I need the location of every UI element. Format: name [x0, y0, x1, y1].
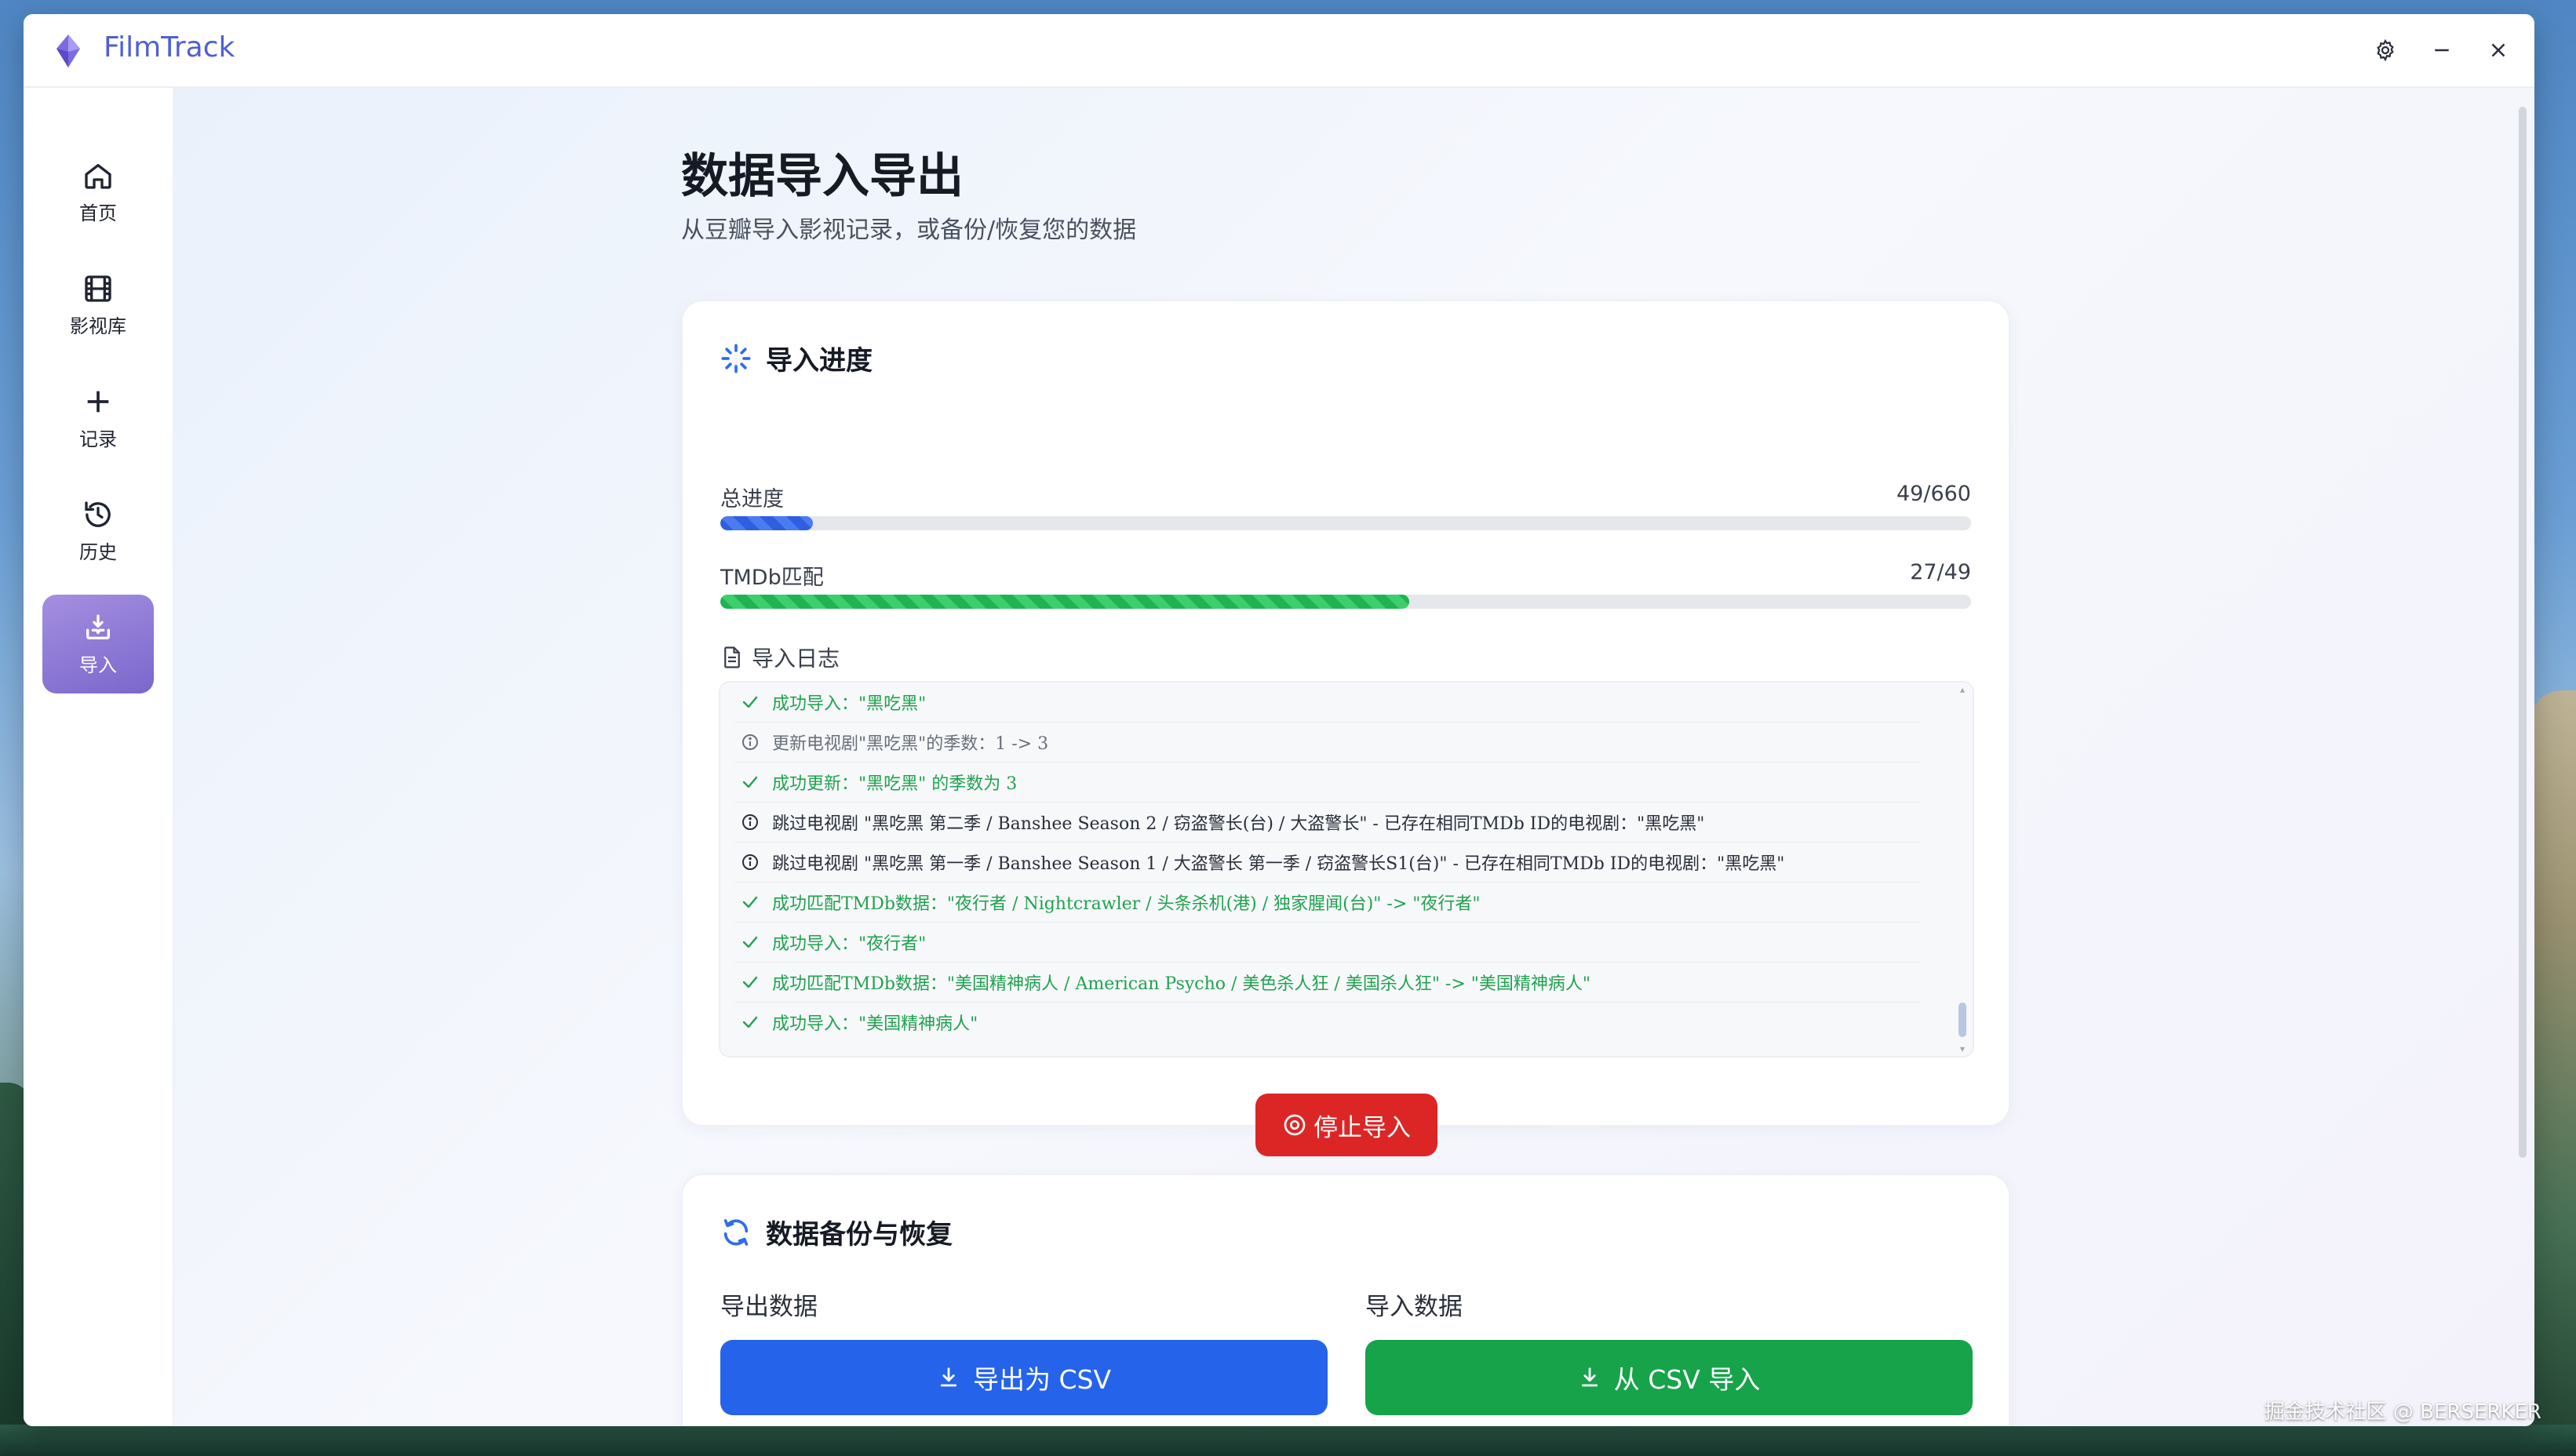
import-csv-button[interactable]: 从 CSV 导入 — [1365, 1340, 1973, 1415]
desktop-ground — [0, 1425, 2576, 1456]
tmdb-progress-label: TMDb匹配 — [720, 566, 824, 590]
log-entry: 成功匹配TMDb数据："夜行者 / Nightcrawler / 头条杀机(港)… — [734, 883, 1921, 923]
backup-header: 数据备份与恢复 — [720, 1213, 953, 1251]
download-icon — [1581, 1367, 1598, 1387]
log-entry: 跳过电视剧 "黑吃黑 第一季 / Banshee Season 1 / 大盗警长… — [734, 843, 1921, 883]
log-entry-text: 跳过电视剧 "黑吃黑 第二季 / Banshee Season 2 / 窃盗警长… — [772, 814, 1705, 834]
download-icon — [940, 1367, 957, 1387]
stop-circle-icon — [1284, 1114, 1306, 1136]
sidebar-item-label: 首页 — [79, 202, 117, 224]
total-progress-bar — [720, 516, 1971, 530]
log-entry: 更新电视剧"黑吃黑"的季数：1 -> 3 — [734, 723, 1921, 763]
page-subtitle: 从豆瓣导入影视记录，或备份/恢复您的数据 — [681, 217, 1137, 244]
import-data-label: 导入数据 — [1365, 1293, 1463, 1321]
minimize-icon — [2435, 49, 2449, 52]
import-log-title: 导入日志 — [752, 646, 840, 672]
import-log-box: 成功导入："黑吃黑" 更新电视剧"黑吃黑"的季数：1 -> 3 成功更新："黑吃黑"… — [719, 681, 1974, 1057]
export-data-label: 导出数据 — [720, 1293, 818, 1321]
check-icon — [742, 936, 758, 948]
log-entry: 成功导入："美国精神病人" — [734, 1003, 1921, 1042]
film-icon — [85, 275, 111, 302]
log-entry-text: 成功匹配TMDb数据："美国精神病人 / American Psycho / 美… — [772, 974, 1591, 994]
export-csv-button[interactable]: 导出为 CSV — [720, 1340, 1328, 1415]
stop-import-label: 停止导入 — [1314, 1113, 1411, 1142]
total-progress-value: 49/660 — [1896, 482, 1971, 506]
export-csv-label: 导出为 CSV — [972, 1364, 1112, 1395]
log-entry: 跳过电视剧 "黑吃黑 第二季 / Banshee Season 2 / 窃盗警长… — [734, 803, 1921, 843]
log-entry: 成功更新："黑吃黑" 的季数为 3 — [734, 763, 1921, 803]
total-progress-label: 总进度 — [720, 487, 784, 511]
sidebar-item-label: 历史 — [79, 541, 117, 563]
gear-icon — [2377, 38, 2394, 62]
log-entry-text: 成功导入："黑吃黑" — [772, 694, 927, 714]
sidebar: 首页 影视库 记录 历史 导入 — [24, 88, 174, 1426]
import-csv-label: 从 CSV 导入 — [1613, 1364, 1761, 1395]
info-icon — [742, 854, 758, 870]
log-entry: 成功导入："黑吃黑" — [734, 682, 1921, 723]
log-entry: 成功匹配TMDb数据："美国精神病人 / American Psycho / 美… — [734, 963, 1921, 1003]
check-icon — [742, 896, 758, 908]
log-entry-text: 成功导入："夜行者" — [772, 934, 927, 954]
import-icon — [86, 613, 110, 639]
page-title: 数据导入导出 — [681, 149, 964, 204]
info-icon — [742, 814, 758, 830]
sidebar-item-history[interactable]: 历史 — [42, 482, 154, 581]
title-bar: FilmTrack — [24, 14, 2534, 88]
loader-icon — [721, 344, 751, 373]
document-icon — [724, 646, 740, 668]
info-icon — [742, 734, 758, 750]
tmdb-progress-fill — [720, 595, 1410, 609]
tmdb-progress-bar — [720, 595, 1971, 609]
import-progress-card: 导入进度 总进度 49/660 TMDb匹配 27/49 导入日志 成功导入："… — [681, 300, 2010, 1156]
app-logo-icon — [56, 35, 80, 67]
settings-button[interactable] — [2370, 35, 2401, 66]
log-entry: 成功导入："夜行者" — [734, 923, 1921, 963]
log-entry-text: 成功导入："美国精神病人" — [772, 1014, 978, 1034]
check-icon — [742, 1016, 758, 1028]
close-icon — [2491, 43, 2505, 57]
log-entry-text: 成功匹配TMDb数据："夜行者 / Nightcrawler / 头条杀机(港)… — [772, 894, 1481, 914]
log-scroll-up-icon[interactable]: ▴ — [1958, 685, 1966, 694]
check-icon — [742, 976, 758, 988]
plus-icon — [87, 391, 109, 412]
backup-title: 数据备份与恢复 — [766, 1219, 953, 1250]
stop-import-button[interactable]: 停止导入 — [1255, 1094, 1437, 1156]
close-button[interactable] — [2483, 35, 2514, 66]
log-entry-text: 成功更新："黑吃黑" 的季数为 3 — [772, 774, 1018, 794]
main-content: 数据导入导出 从豆瓣导入影视记录，或备份/恢复您的数据 导入进度 总进度 49/… — [174, 88, 2534, 1426]
check-icon — [742, 776, 758, 788]
tmdb-progress-value: 27/49 — [1910, 560, 1971, 584]
import-progress-header: 导入进度 — [720, 339, 873, 377]
app-title: FilmTrack — [104, 31, 235, 64]
check-icon — [742, 696, 758, 708]
import-log-list: 成功导入："黑吃黑" 更新电视剧"黑吃黑"的季数：1 -> 3 成功更新："黑吃黑"… — [720, 682, 1935, 1042]
minimize-button[interactable] — [2426, 35, 2458, 66]
import-progress-title: 导入进度 — [766, 345, 873, 377]
sidebar-item-label: 影视库 — [70, 315, 126, 337]
log-scroll-down-icon[interactable]: ▾ — [1958, 1044, 1966, 1054]
log-scrollbar[interactable] — [1958, 1003, 1966, 1037]
history-icon — [85, 500, 111, 527]
sidebar-item-library[interactable]: 影视库 — [42, 256, 154, 355]
desktop-foliage-right — [2530, 690, 2576, 1456]
sidebar-item-import[interactable]: 导入 — [42, 595, 154, 693]
sidebar-item-label: 记录 — [79, 428, 117, 450]
total-progress-fill — [720, 516, 814, 530]
watermark: 掘金技术社区 @ BERSERKER — [2264, 1400, 2541, 1424]
import-log-header: 导入日志 — [720, 642, 840, 673]
sidebar-item-home[interactable]: 首页 — [42, 143, 154, 242]
refresh-icon — [723, 1218, 749, 1246]
sidebar-item-label: 导入 — [79, 653, 117, 676]
app-window: FilmTrack 首页 影视库 记录 历史 导入 数据导入导出 从豆瓣导入影视… — [24, 14, 2534, 1426]
log-entry-text: 跳过电视剧 "黑吃黑 第一季 / Banshee Season 1 / 大盗警长… — [772, 854, 1785, 874]
home-icon — [85, 163, 111, 189]
sidebar-item-record[interactable]: 记录 — [42, 369, 154, 468]
backup-card: 数据备份与恢复 导出数据 导入数据 导出为 CSV 从 CSV 导入 — [681, 1174, 2010, 1426]
page-scrollbar[interactable] — [2519, 107, 2527, 1158]
log-entry-text: 更新电视剧"黑吃黑"的季数：1 -> 3 — [772, 734, 1049, 754]
